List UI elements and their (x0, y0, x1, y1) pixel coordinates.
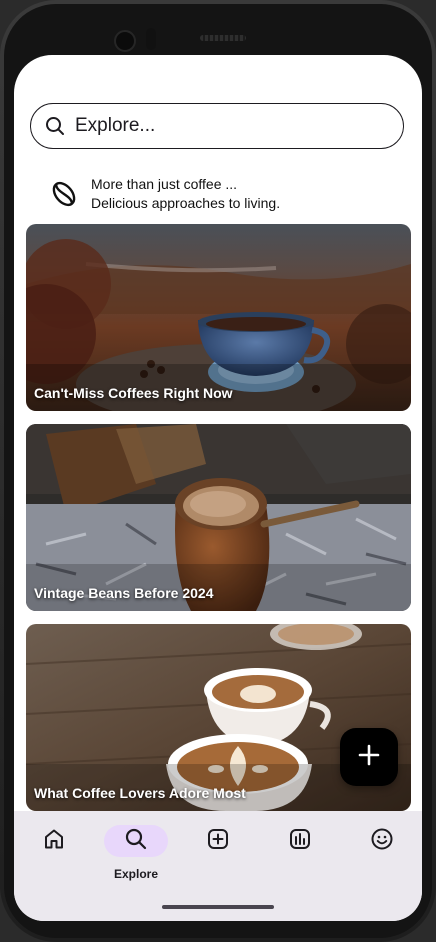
coffee-cup-autumn-image (26, 224, 411, 411)
nav-item-stats[interactable] (260, 825, 340, 885)
add-fab-button[interactable] (340, 728, 398, 786)
sensor (146, 28, 156, 50)
search-icon (45, 116, 65, 136)
gesture-home-bar[interactable] (162, 905, 274, 909)
card-title: Can't-Miss Coffees Right Now (34, 385, 233, 401)
turkish-coffee-ash-image (26, 424, 411, 611)
search-icon (124, 827, 148, 856)
nav-item-explore[interactable]: Explore (96, 825, 176, 885)
plus-icon (358, 744, 380, 771)
add-box-icon (206, 827, 230, 856)
nav-item-add[interactable] (178, 825, 258, 885)
smiley-icon (370, 827, 394, 856)
phone-frame: More than just coffee ... Delicious appr… (0, 0, 436, 942)
active-indicator (104, 825, 168, 857)
nav-item-home[interactable] (14, 825, 94, 885)
tagline: More than just coffee ... Delicious appr… (50, 175, 280, 213)
nav-label-explore: Explore (113, 867, 158, 881)
bar-chart-icon (288, 827, 312, 856)
coffee-bean-icon (50, 180, 78, 208)
nav-item-profile[interactable] (342, 825, 422, 885)
front-camera (114, 30, 136, 52)
tagline-line-1: More than just coffee ... (91, 176, 238, 192)
home-icon (42, 827, 66, 856)
app-screen: More than just coffee ... Delicious appr… (14, 55, 422, 921)
card-cant-miss-coffees[interactable]: Can't-Miss Coffees Right Now (26, 224, 411, 411)
earpiece-speaker (200, 35, 246, 41)
bottom-navigation: Explore (14, 811, 422, 921)
search-input[interactable] (75, 115, 375, 137)
card-vintage-beans[interactable]: Vintage Beans Before 2024 (26, 424, 411, 611)
search-bar[interactable] (30, 103, 404, 149)
card-title: Vintage Beans Before 2024 (34, 585, 214, 601)
card-title: What Coffee Lovers Adore Most (34, 785, 246, 801)
tagline-line-2: Delicious approaches to living. (91, 195, 281, 211)
